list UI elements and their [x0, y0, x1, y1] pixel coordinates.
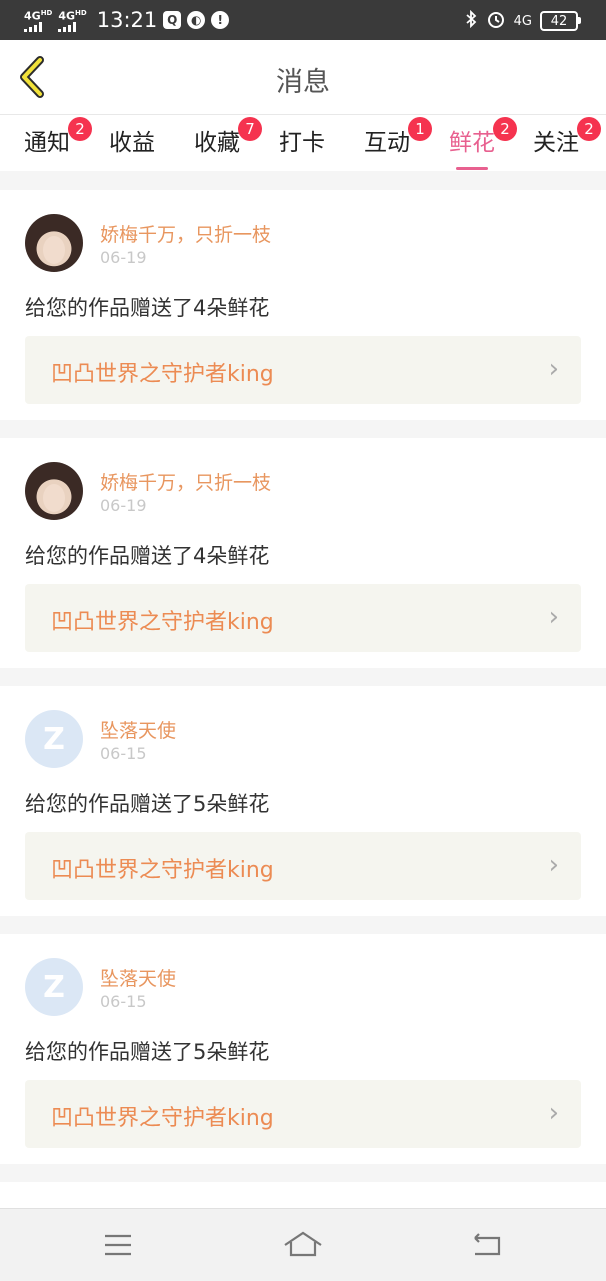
list-item: 娇梅千万，只折一枝 06-19 给您的作品赠送了4朵鲜花 凹凸世界之守护者kin…: [0, 190, 606, 420]
chevron-right-icon: ›: [548, 850, 559, 880]
notification-badge: 2: [68, 117, 92, 141]
page-title: 消息: [276, 67, 330, 98]
message-list: 娇梅千万，只折一枝 06-19 给您的作品赠送了4朵鲜花 凹凸世界之守护者kin…: [0, 190, 606, 1240]
notification-badge: 1: [408, 117, 432, 141]
default-avatar-icon: Z: [43, 721, 65, 757]
work-title: 凹凸世界之守护者king: [51, 610, 274, 635]
active-tab-indicator: [456, 167, 488, 170]
tab-checkin[interactable]: 打卡: [279, 123, 325, 157]
tab-notifications[interactable]: 通知 2: [24, 117, 92, 157]
battery-icon: 42: [540, 11, 581, 31]
username[interactable]: 坠落天使: [100, 716, 176, 743]
tab-bar: 通知 2 收益 收藏 7 打卡 互动 1 鲜花 2 关注 2: [0, 115, 606, 171]
notification-badge: 7: [238, 117, 262, 141]
avatar[interactable]: Z: [25, 710, 83, 768]
work-link[interactable]: 凹凸世界之守护者king ›: [25, 1080, 581, 1148]
list-item: 娇梅千万，只折一枝 06-19 给您的作品赠送了4朵鲜花 凹凸世界之守护者kin…: [0, 438, 606, 668]
message-date: 06-15: [100, 992, 147, 1011]
message-date: 06-19: [100, 496, 147, 515]
username[interactable]: 娇梅千万，只折一枝: [100, 468, 271, 495]
status-bar: 4GHD 4GHD 13:21 Q ◐ ! 4G 42: [0, 0, 606, 40]
signal-icon: 4GHD: [24, 8, 52, 32]
clock: 13:21: [96, 8, 158, 32]
message-text: 给您的作品赠送了5朵鲜花: [25, 792, 270, 816]
message-date: 06-19: [100, 248, 147, 267]
alert-icon: !: [211, 11, 230, 29]
network-icon: 4G: [513, 13, 532, 29]
browser-icon: ◐: [187, 11, 206, 29]
tab-flowers[interactable]: 鲜花 2: [449, 117, 517, 170]
menu-icon[interactable]: [98, 1227, 138, 1263]
avatar[interactable]: [25, 214, 83, 272]
tab-following[interactable]: 关注 2: [533, 117, 601, 157]
list-item: Z 坠落天使 06-15 给您的作品赠送了5朵鲜花 凹凸世界之守护者king ›: [0, 686, 606, 916]
work-title: 凹凸世界之守护者king: [51, 362, 274, 387]
signal-icon: 4GHD: [58, 8, 87, 32]
system-nav-bar: [0, 1208, 606, 1281]
list-item: Z 坠落天使 06-15 给您的作品赠送了5朵鲜花 凹凸世界之守护者king ›: [0, 934, 606, 1164]
message-text: 给您的作品赠送了5朵鲜花: [25, 1040, 270, 1064]
work-link[interactable]: 凹凸世界之守护者king ›: [25, 832, 581, 900]
back-icon[interactable]: [467, 1227, 507, 1263]
qq-icon: Q: [163, 11, 182, 29]
message-date: 06-15: [100, 744, 147, 763]
tab-earnings[interactable]: 收益: [109, 123, 155, 157]
username[interactable]: 坠落天使: [100, 964, 176, 991]
message-text: 给您的作品赠送了4朵鲜花: [25, 296, 270, 320]
bluetooth-icon: [464, 9, 478, 32]
work-title: 凹凸世界之守护者king: [51, 858, 274, 883]
alarm-icon: [486, 9, 506, 33]
avatar[interactable]: Z: [25, 958, 83, 1016]
username[interactable]: 娇梅千万，只折一枝: [100, 220, 271, 247]
chevron-right-icon: ›: [548, 354, 559, 384]
default-avatar-icon: Z: [43, 969, 65, 1005]
home-icon[interactable]: [283, 1227, 323, 1263]
work-link[interactable]: 凹凸世界之守护者king ›: [25, 584, 581, 652]
nav-bar: 消息: [0, 40, 606, 115]
tab-interaction[interactable]: 互动 1: [364, 117, 432, 157]
chevron-right-icon: ›: [548, 1098, 559, 1128]
work-link[interactable]: 凹凸世界之守护者king ›: [25, 336, 581, 404]
work-title: 凹凸世界之守护者king: [51, 1106, 274, 1131]
avatar[interactable]: [25, 462, 83, 520]
notification-badge: 2: [577, 117, 601, 141]
chevron-right-icon: ›: [548, 602, 559, 632]
tab-favorites[interactable]: 收藏 7: [194, 117, 262, 157]
message-text: 给您的作品赠送了4朵鲜花: [25, 544, 270, 568]
notification-badge: 2: [493, 117, 517, 141]
